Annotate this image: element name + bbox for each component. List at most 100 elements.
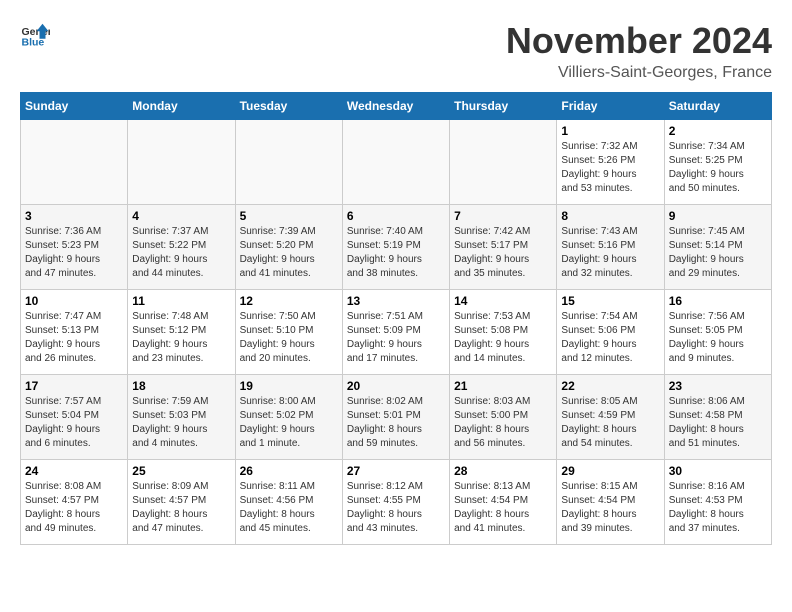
day-info: Sunrise: 8:08 AM Sunset: 4:57 PM Dayligh… xyxy=(25,480,123,536)
day-number: 14 xyxy=(454,294,552,308)
calendar-cell: 17 Sunrise: 7:57 AM Sunset: 5:04 PM Dayli… xyxy=(21,375,128,460)
day-info: Sunrise: 7:51 AM Sunset: 5:09 PM Dayligh… xyxy=(347,310,445,366)
day-number: 15 xyxy=(561,294,659,308)
day-number: 1 xyxy=(561,124,659,138)
day-number: 24 xyxy=(25,464,123,478)
day-info: Sunrise: 8:05 AM Sunset: 4:59 PM Dayligh… xyxy=(561,395,659,451)
calendar-cell: 25 Sunrise: 8:09 AM Sunset: 4:57 PM Dayli… xyxy=(128,460,235,545)
day-info: Sunrise: 7:40 AM Sunset: 5:19 PM Dayligh… xyxy=(347,225,445,281)
calendar-cell: 7 Sunrise: 7:42 AM Sunset: 5:17 PM Daylig… xyxy=(450,205,557,290)
day-number: 30 xyxy=(669,464,767,478)
calendar-cell xyxy=(342,120,449,205)
calendar-cell: 28Sunrise: 8:13 AM Sunset: 4:54 PM Dayli… xyxy=(450,460,557,545)
week-row-4: 17 Sunrise: 7:57 AM Sunset: 5:04 PM Dayli… xyxy=(21,375,772,460)
weekday-header-thursday: Thursday xyxy=(450,93,557,120)
calendar-cell: 15Sunrise: 7:54 AM Sunset: 5:06 PM Dayli… xyxy=(557,290,664,375)
calendar-cell: 23 Sunrise: 8:06 AM Sunset: 4:58 PM Dayli… xyxy=(664,375,771,460)
day-info: Sunrise: 7:48 AM Sunset: 5:12 PM Dayligh… xyxy=(132,310,230,366)
day-number: 16 xyxy=(669,294,767,308)
day-info: Sunrise: 7:53 AM Sunset: 5:08 PM Dayligh… xyxy=(454,310,552,366)
day-info: Sunrise: 8:12 AM Sunset: 4:55 PM Dayligh… xyxy=(347,480,445,536)
calendar-cell: 14 Sunrise: 7:53 AM Sunset: 5:08 PM Dayli… xyxy=(450,290,557,375)
day-info: Sunrise: 7:57 AM Sunset: 5:04 PM Dayligh… xyxy=(25,395,123,451)
calendar-cell: 26 Sunrise: 8:11 AM Sunset: 4:56 PM Dayli… xyxy=(235,460,342,545)
calendar-cell: 3 Sunrise: 7:36 AM Sunset: 5:23 PM Daylig… xyxy=(21,205,128,290)
day-number: 3 xyxy=(25,209,123,223)
weekday-header-monday: Monday xyxy=(128,93,235,120)
day-info: Sunrise: 7:39 AM Sunset: 5:20 PM Dayligh… xyxy=(240,225,338,281)
day-info: Sunrise: 8:02 AM Sunset: 5:01 PM Dayligh… xyxy=(347,395,445,451)
day-number: 21 xyxy=(454,379,552,393)
day-info: Sunrise: 7:56 AM Sunset: 5:05 PM Dayligh… xyxy=(669,310,767,366)
location-title: Villiers-Saint-Georges, France xyxy=(506,64,772,82)
calendar-cell: 4 Sunrise: 7:37 AM Sunset: 5:22 PM Daylig… xyxy=(128,205,235,290)
calendar-cell: 5 Sunrise: 7:39 AM Sunset: 5:20 PM Daylig… xyxy=(235,205,342,290)
day-number: 10 xyxy=(25,294,123,308)
day-number: 8 xyxy=(561,209,659,223)
calendar-cell: 8 Sunrise: 7:43 AM Sunset: 5:16 PM Daylig… xyxy=(557,205,664,290)
day-number: 11 xyxy=(132,294,230,308)
day-number: 7 xyxy=(454,209,552,223)
calendar-cell: 30 Sunrise: 8:16 AM Sunset: 4:53 PM Dayli… xyxy=(664,460,771,545)
day-number: 13 xyxy=(347,294,445,308)
day-number: 25 xyxy=(132,464,230,478)
day-number: 5 xyxy=(240,209,338,223)
calendar-cell xyxy=(235,120,342,205)
calendar-cell xyxy=(21,120,128,205)
calendar-cell: 2 Sunrise: 7:34 AM Sunset: 5:25 PM Daylig… xyxy=(664,120,771,205)
week-row-1: 1 Sunrise: 7:32 AM Sunset: 5:26 PM Daylig… xyxy=(21,120,772,205)
day-info: Sunrise: 8:15 AM Sunset: 4:54 PM Dayligh… xyxy=(561,480,659,536)
day-number: 26 xyxy=(240,464,338,478)
day-info: Sunrise: 8:16 AM Sunset: 4:53 PM Dayligh… xyxy=(669,480,767,536)
day-number: 9 xyxy=(669,209,767,223)
calendar-cell: 1 Sunrise: 7:32 AM Sunset: 5:26 PM Daylig… xyxy=(557,120,664,205)
day-info: Sunrise: 7:43 AM Sunset: 5:16 PM Dayligh… xyxy=(561,225,659,281)
day-number: 27 xyxy=(347,464,445,478)
day-info: Sunrise: 7:50 AM Sunset: 5:10 PM Dayligh… xyxy=(240,310,338,366)
day-info: Sunrise: 8:00 AM Sunset: 5:02 PM Dayligh… xyxy=(240,395,338,451)
day-number: 17 xyxy=(25,379,123,393)
page-header: General Blue November 2024 Villiers-Sain… xyxy=(20,20,772,82)
calendar-cell: 10 Sunrise: 7:47 AM Sunset: 5:13 PM Dayli… xyxy=(21,290,128,375)
day-info: Sunrise: 8:06 AM Sunset: 4:58 PM Dayligh… xyxy=(669,395,767,451)
logo: General Blue xyxy=(20,20,50,50)
calendar-cell xyxy=(128,120,235,205)
calendar-cell: 9 Sunrise: 7:45 AM Sunset: 5:14 PM Daylig… xyxy=(664,205,771,290)
weekday-header-sunday: Sunday xyxy=(21,93,128,120)
month-title: November 2024 xyxy=(506,20,772,62)
day-info: Sunrise: 7:37 AM Sunset: 5:22 PM Dayligh… xyxy=(132,225,230,281)
calendar-cell: 11 Sunrise: 7:48 AM Sunset: 5:12 PM Dayli… xyxy=(128,290,235,375)
calendar-cell: 12 Sunrise: 7:50 AM Sunset: 5:10 PM Dayli… xyxy=(235,290,342,375)
weekday-header-wednesday: Wednesday xyxy=(342,93,449,120)
day-number: 2 xyxy=(669,124,767,138)
calendar-cell: 27 Sunrise: 8:12 AM Sunset: 4:55 PM Dayli… xyxy=(342,460,449,545)
calendar-cell: 20Sunrise: 8:02 AM Sunset: 5:01 PM Dayli… xyxy=(342,375,449,460)
weekday-header-saturday: Saturday xyxy=(664,93,771,120)
day-info: Sunrise: 7:36 AM Sunset: 5:23 PM Dayligh… xyxy=(25,225,123,281)
day-number: 12 xyxy=(240,294,338,308)
day-number: 28 xyxy=(454,464,552,478)
day-number: 4 xyxy=(132,209,230,223)
calendar-cell: 6 Sunrise: 7:40 AM Sunset: 5:19 PM Daylig… xyxy=(342,205,449,290)
weekday-header-row: SundayMondayTuesdayWednesdayThursdayFrid… xyxy=(21,93,772,120)
calendar-cell: 21Sunrise: 8:03 AM Sunset: 5:00 PM Dayli… xyxy=(450,375,557,460)
week-row-2: 3 Sunrise: 7:36 AM Sunset: 5:23 PM Daylig… xyxy=(21,205,772,290)
day-info: Sunrise: 7:47 AM Sunset: 5:13 PM Dayligh… xyxy=(25,310,123,366)
calendar-cell: 18Sunrise: 7:59 AM Sunset: 5:03 PM Dayli… xyxy=(128,375,235,460)
calendar-cell: 16 Sunrise: 7:56 AM Sunset: 5:05 PM Dayli… xyxy=(664,290,771,375)
calendar-table: SundayMondayTuesdayWednesdayThursdayFrid… xyxy=(20,92,772,545)
day-number: 22 xyxy=(561,379,659,393)
day-info: Sunrise: 8:11 AM Sunset: 4:56 PM Dayligh… xyxy=(240,480,338,536)
day-info: Sunrise: 7:32 AM Sunset: 5:26 PM Dayligh… xyxy=(561,140,659,196)
weekday-header-friday: Friday xyxy=(557,93,664,120)
day-info: Sunrise: 7:42 AM Sunset: 5:17 PM Dayligh… xyxy=(454,225,552,281)
calendar-cell: 22 Sunrise: 8:05 AM Sunset: 4:59 PM Dayli… xyxy=(557,375,664,460)
day-info: Sunrise: 8:09 AM Sunset: 4:57 PM Dayligh… xyxy=(132,480,230,536)
day-number: 23 xyxy=(669,379,767,393)
day-info: Sunrise: 7:34 AM Sunset: 5:25 PM Dayligh… xyxy=(669,140,767,196)
calendar-cell: 13 Sunrise: 7:51 AM Sunset: 5:09 PM Dayli… xyxy=(342,290,449,375)
day-number: 29 xyxy=(561,464,659,478)
week-row-3: 10 Sunrise: 7:47 AM Sunset: 5:13 PM Dayli… xyxy=(21,290,772,375)
day-info: Sunrise: 7:45 AM Sunset: 5:14 PM Dayligh… xyxy=(669,225,767,281)
day-number: 6 xyxy=(347,209,445,223)
